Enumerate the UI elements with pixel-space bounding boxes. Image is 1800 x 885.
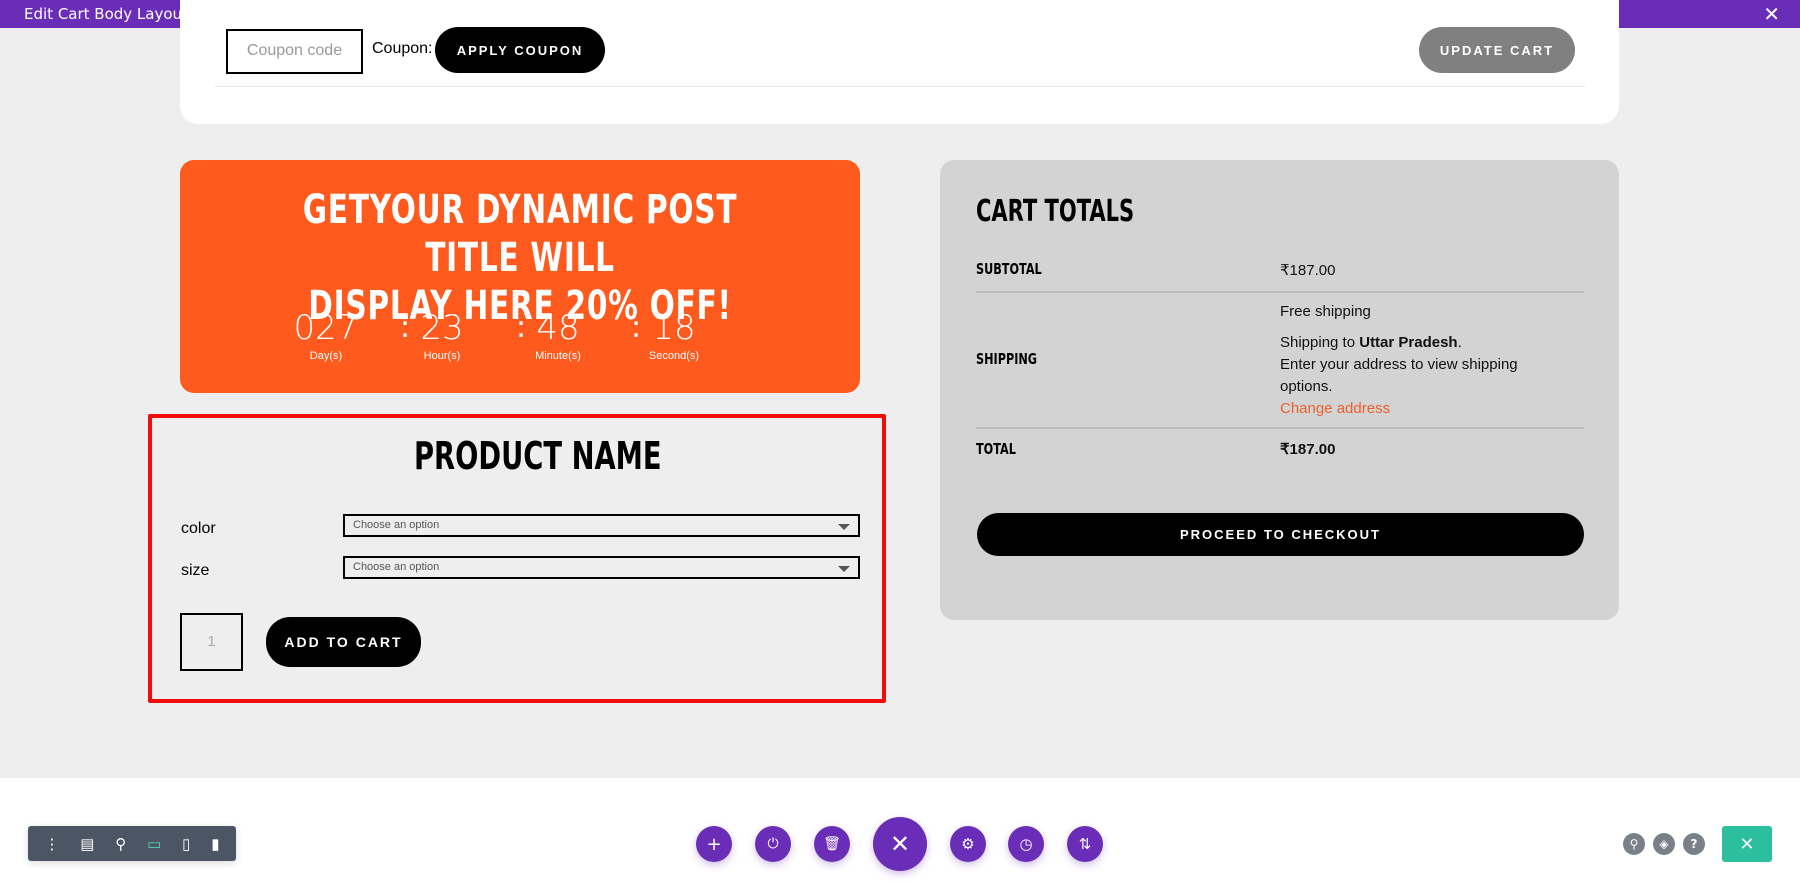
product-name: PRODUCT NAME bbox=[414, 434, 662, 478]
add-icon: + bbox=[706, 833, 722, 855]
countdown-value: 48 bbox=[536, 308, 580, 348]
promo-banner: GETYOUR DYNAMIC POST TITLE WILL DISPLAY … bbox=[180, 160, 860, 393]
shipping-to-suffix: . bbox=[1457, 334, 1462, 351]
history-icon: ◷ bbox=[1019, 835, 1033, 853]
power-button[interactable]: ⏻ bbox=[755, 826, 791, 862]
shipping-note: Enter your address to view shipping opti… bbox=[1280, 356, 1518, 395]
countdown-label: Second(s) bbox=[648, 350, 700, 362]
shipping-label: SHIPPING bbox=[976, 350, 1038, 368]
coupon-code-input[interactable]: Coupon code bbox=[226, 29, 363, 74]
chevron-down-icon bbox=[838, 566, 850, 572]
countdown-minutes: 48 Minute(s) bbox=[503, 308, 613, 362]
layers-icon[interactable]: ◈ bbox=[1653, 833, 1675, 855]
search-icon[interactable]: ⚲ bbox=[1623, 833, 1645, 855]
close-icon[interactable]: ✕ bbox=[1763, 2, 1780, 26]
wireframe-icon[interactable]: ▤ bbox=[80, 835, 94, 853]
proceed-to-checkout-button[interactable]: PROCEED TO CHECKOUT bbox=[977, 513, 1584, 556]
desktop-icon[interactable]: ▭ bbox=[147, 835, 161, 853]
countdown-value: 18 bbox=[652, 308, 696, 348]
change-address-link[interactable]: Change address bbox=[1280, 400, 1390, 417]
countdown-label: Day(s) bbox=[309, 350, 343, 362]
shipping-region: Uttar Pradesh bbox=[1359, 334, 1458, 351]
add-to-cart-button[interactable]: ADD TO CART bbox=[266, 617, 421, 667]
quantity-input[interactable]: 1 bbox=[180, 613, 243, 671]
countdown-label: Minute(s) bbox=[535, 350, 581, 362]
sort-button[interactable]: ⇅ bbox=[1067, 826, 1103, 862]
shipping-method: Free shipping bbox=[1280, 303, 1371, 320]
cart-totals-title: CART TOTALS bbox=[976, 194, 1135, 229]
window-title: Edit Cart Body Layout bbox=[24, 5, 188, 23]
coupon-label: Coupon: bbox=[372, 40, 433, 57]
countdown-value: 027 bbox=[293, 308, 359, 348]
shipping-to-text: Shipping to bbox=[1280, 334, 1360, 351]
attribute-label-size: size bbox=[181, 562, 210, 579]
gear-icon: ⚙ bbox=[961, 835, 975, 853]
tablet-icon[interactable]: ▯ bbox=[182, 835, 190, 853]
apply-coupon-button[interactable]: APPLY COUPON bbox=[435, 27, 605, 73]
more-icon[interactable]: ⋮ bbox=[44, 835, 59, 853]
divider bbox=[976, 427, 1584, 429]
trash-button[interactable]: 🗑 bbox=[814, 826, 850, 862]
shipping-destination: Shipping to Uttar Pradesh. Enter your add… bbox=[1280, 332, 1550, 420]
color-select[interactable]: Choose an option bbox=[343, 514, 860, 537]
chevron-down-icon bbox=[838, 524, 850, 530]
promo-title-line: GETYOUR DYNAMIC POST TITLE WILL bbox=[302, 187, 738, 281]
phone-icon[interactable]: ▮ bbox=[211, 835, 219, 853]
cart-totals-panel: CART TOTALS SUBTOTAL ₹187.00 Free shippi… bbox=[940, 160, 1619, 620]
power-icon: ⏻ bbox=[767, 836, 779, 852]
subtotal-label: SUBTOTAL bbox=[976, 260, 1042, 278]
countdown-seconds: 18 Second(s) bbox=[619, 308, 729, 362]
select-value: Choose an option bbox=[353, 519, 440, 531]
view-mode-toolbar: ⋮ ▤ ⚲ ▭ ▯ ▮ bbox=[28, 826, 236, 861]
size-select[interactable]: Choose an option bbox=[343, 556, 860, 579]
countdown-label: Hour(s) bbox=[423, 350, 461, 362]
trash-icon: 🗑 bbox=[823, 836, 841, 852]
subtotal-value: ₹187.00 bbox=[1280, 262, 1336, 279]
select-value: Choose an option bbox=[353, 561, 440, 573]
history-button[interactable]: ◷ bbox=[1008, 826, 1044, 862]
countdown-days: 027 Day(s) bbox=[271, 308, 381, 362]
sort-icon: ⇅ bbox=[1078, 835, 1092, 853]
close-icon: ✕ bbox=[889, 830, 911, 858]
settings-button[interactable]: ⚙ bbox=[950, 826, 986, 862]
zoom-icon[interactable]: ⚲ bbox=[115, 835, 126, 853]
divider bbox=[215, 86, 1585, 87]
help-icon[interactable]: ? bbox=[1683, 833, 1705, 855]
add-button[interactable]: + bbox=[696, 826, 732, 862]
close-builder-button[interactable]: ✕ bbox=[873, 817, 927, 871]
exit-button[interactable]: ✕ bbox=[1722, 826, 1772, 862]
countdown-value: 23 bbox=[420, 308, 464, 348]
update-cart-button[interactable]: UPDATE CART bbox=[1419, 27, 1575, 73]
countdown-hours: 23 Hour(s) bbox=[387, 308, 497, 362]
total-label: TOTAL bbox=[976, 440, 1016, 458]
divider bbox=[976, 291, 1584, 293]
coupon-card bbox=[180, 0, 1619, 124]
total-value: ₹187.00 bbox=[1280, 441, 1336, 458]
attribute-label-color: color bbox=[181, 520, 216, 537]
close-icon: ✕ bbox=[1739, 833, 1755, 854]
